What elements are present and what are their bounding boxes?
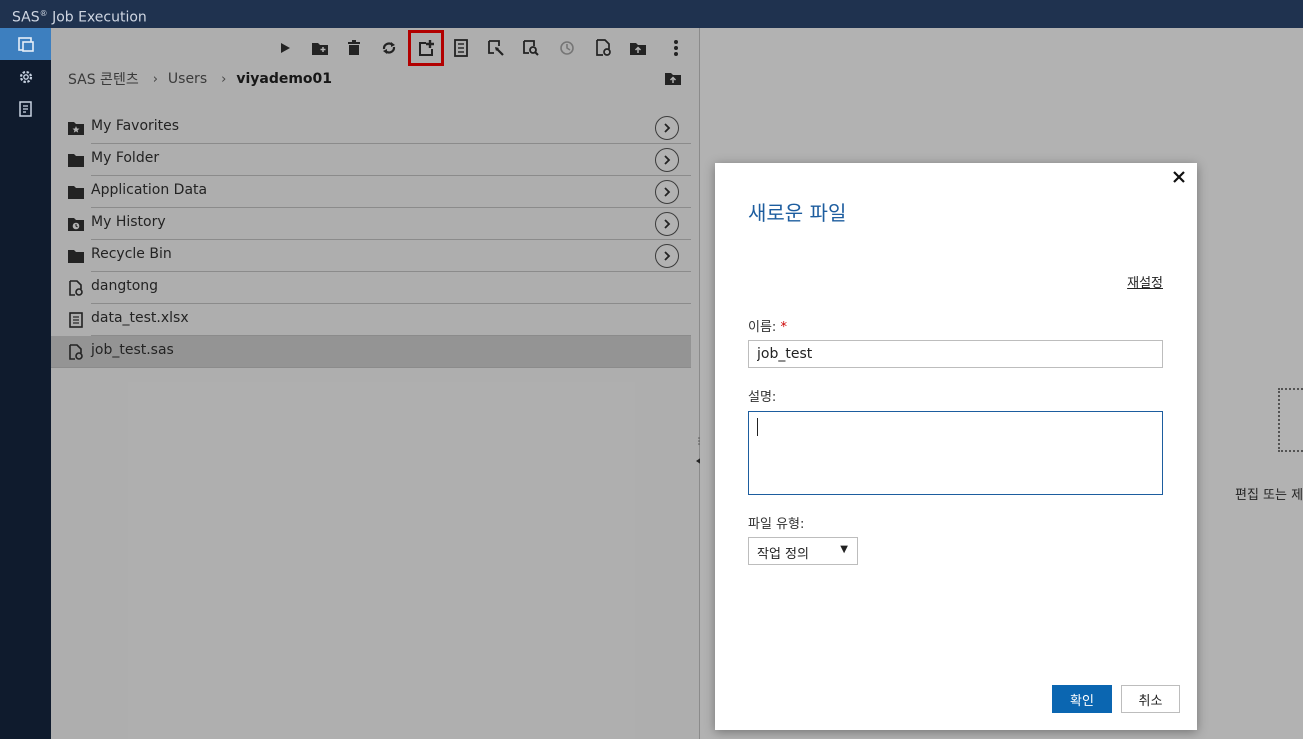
name-label: 이름: * — [748, 316, 787, 335]
dialog-title: 새로운 파일 — [748, 201, 847, 225]
content-icon — [17, 37, 34, 52]
gear-icon — [19, 70, 32, 84]
rail-settings-button[interactable] — [0, 61, 51, 93]
app-title-brand: SAS — [12, 9, 40, 26]
rail-log-button[interactable] — [0, 93, 51, 125]
file-type-value: 작업 정의 — [757, 547, 809, 562]
close-button[interactable] — [1173, 171, 1187, 185]
file-type-select[interactable]: 작업 정의 ▼ — [748, 537, 858, 565]
cancel-button[interactable]: 취소 — [1121, 685, 1180, 713]
app-title-rest: Job Execution — [47, 9, 147, 26]
log-icon — [18, 101, 32, 117]
required-marker: * — [780, 320, 787, 335]
description-label: 설명: — [748, 390, 777, 405]
file-type-label: 파일 유형: — [748, 517, 805, 532]
registered-mark: ® — [39, 9, 48, 18]
ok-button[interactable]: 확인 — [1052, 685, 1112, 713]
rail-content-button[interactable] — [0, 28, 51, 60]
description-field[interactable] — [748, 411, 1163, 495]
left-rail — [0, 28, 51, 739]
text-caret — [757, 418, 758, 436]
close-icon — [1173, 171, 1185, 183]
name-label-text: 이름: — [748, 320, 777, 335]
reset-link[interactable]: 재설정 — [1127, 272, 1163, 291]
name-field[interactable] — [748, 340, 1163, 368]
new-file-dialog: 새로운 파일 재설정 이름: * 설명: 파일 유형: 작업 정의 ▼ 확인 취… — [715, 163, 1197, 730]
app-title-bar: SAS® Job Execution — [0, 0, 1303, 28]
dropdown-arrow-icon: ▼ — [840, 544, 848, 555]
